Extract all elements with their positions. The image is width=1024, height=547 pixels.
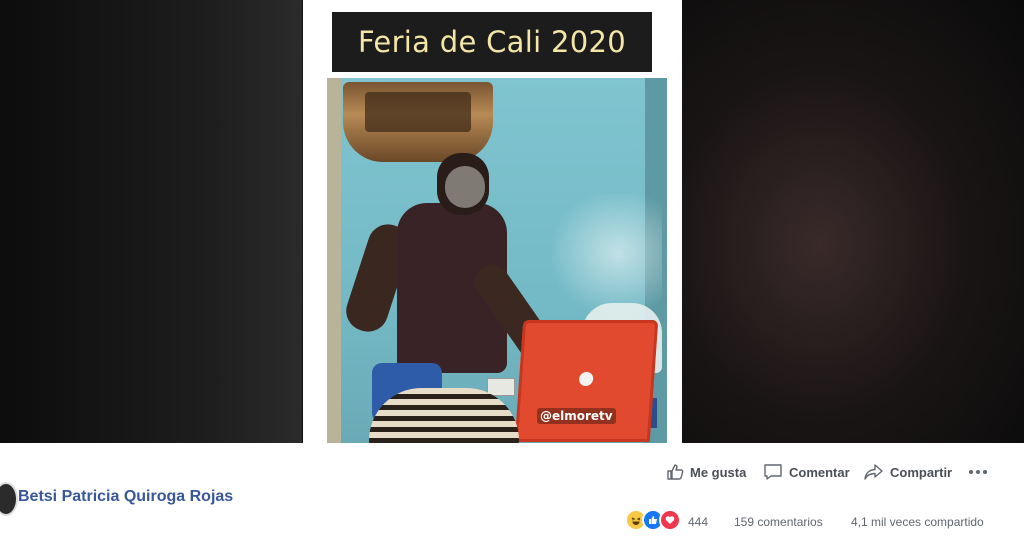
share-arrow-icon [864, 464, 883, 480]
scene-sombrero-hat [369, 388, 519, 443]
like-button-label: Me gusta [690, 464, 747, 480]
scene-wall-plaque [343, 82, 493, 162]
thumbs-up-icon [667, 464, 684, 480]
laptop-logo-icon [578, 372, 594, 386]
comments-count-link[interactable]: 159 comentarios [734, 515, 823, 529]
video-title-text: Feria de Cali 2020 [358, 25, 626, 59]
reaction-count[interactable]: 444 [688, 515, 708, 529]
speech-bubble-icon [764, 464, 782, 480]
comment-button-label: Comentar [789, 464, 850, 480]
love-reaction-icon [659, 509, 681, 531]
ellipsis-icon [969, 470, 973, 474]
video-blur-background-right [682, 0, 1024, 443]
share-button-label: Compartir [890, 464, 953, 480]
scene-smoke [552, 193, 662, 313]
author-name-link[interactable]: Betsi Patricia Quiroga Rojas [18, 488, 233, 506]
video-title-overlay: Feria de Cali 2020 [332, 12, 652, 72]
reactions-summary[interactable] [625, 509, 681, 531]
like-button[interactable]: Me gusta [666, 463, 746, 481]
video-frame[interactable]: Feria de Cali 2020 @elmoretv [303, 0, 682, 443]
more-options-button[interactable] [969, 470, 987, 474]
scene-wall-edge [327, 78, 341, 443]
share-button[interactable]: Compartir [864, 463, 952, 481]
video-scene: @elmoretv [327, 78, 667, 443]
video-watermark: @elmoretv [537, 408, 616, 424]
comment-button[interactable]: Comentar [763, 463, 850, 481]
scene-person-face [445, 166, 485, 208]
video-blur-background-left [0, 0, 302, 443]
video-player[interactable]: Feria de Cali 2020 @elmoretv [0, 0, 1024, 443]
shares-count-link[interactable]: 4,1 mil veces compartido [851, 515, 984, 529]
author-avatar[interactable] [0, 482, 18, 516]
